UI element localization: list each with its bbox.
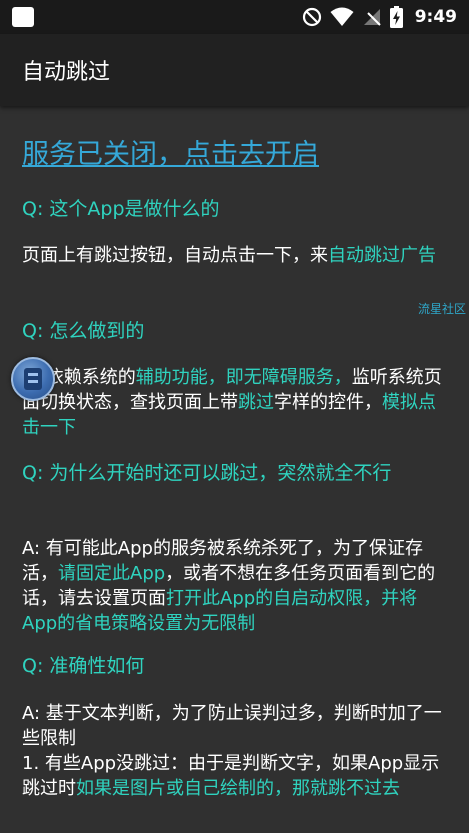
status-icons: 9:49 — [302, 0, 457, 34]
app-title: 自动跳过 — [22, 60, 111, 85]
faq-answer-3: A: 有可能此App的服务被系统杀死了，为了保证存活，请固定此App，或者不想在… — [22, 536, 452, 636]
answer-text: 字样的控件， — [274, 392, 382, 413]
faq-answer-4: A: 基于文本判断，为了防止误判过多，判断时加了一些限制 1. 有些App没跳过… — [22, 701, 452, 801]
document-icon — [24, 368, 42, 390]
answer-text: 页面上有跳过按钮，自动点击一下，来 — [22, 245, 328, 266]
highlighted-text: 请固定此App — [58, 563, 166, 584]
wifi-icon — [330, 7, 354, 26]
app-bar: 自动跳过 — [0, 34, 469, 106]
floating-assistant-button[interactable] — [11, 357, 55, 401]
app-notification-icon — [12, 7, 34, 27]
battery-charging-icon — [389, 6, 403, 28]
highlighted-text: 自动跳过广告 — [328, 245, 436, 266]
enable-service-link[interactable]: 服务已关闭，点击去开启 — [22, 132, 319, 171]
do-not-disturb-icon — [302, 7, 321, 27]
highlighted-text: 如果是图片或自己绘制的，那就跳不过去 — [76, 778, 400, 799]
no-signal-icon — [363, 9, 381, 26]
status-bar: 9:49 — [0, 0, 469, 34]
faq-answer-1: 页面上有跳过按钮，自动点击一下，来自动跳过广告 — [22, 243, 452, 268]
faq-question-2: Q: 怎么做到的 — [22, 320, 145, 342]
highlighted-text: 辅助功能，即无障碍服务， — [135, 367, 352, 388]
watermark-text: 流星社区 — [418, 302, 467, 316]
faq-question-1: Q: 这个App是做什么的 — [22, 198, 220, 220]
faq-question-4: Q: 准确性如何 — [22, 655, 145, 677]
faq-answer-2: A: 依赖系统的辅助功能，即无障碍服务，监听系统页面切换状态，查找页面上带跳过字… — [22, 365, 452, 440]
content-scroll-area[interactable]: 服务已关闭，点击去开启 Q: 这个App是做什么的 页面上有跳过按钮，自动点击一… — [0, 106, 469, 833]
faq-question-3: Q: 为什么开始时还可以跳过，突然就全不行 — [22, 462, 392, 484]
answer-text: A: 基于文本判断，为了防止误判过多，判断时加了一些限制 — [22, 703, 442, 749]
status-time: 9:49 — [414, 7, 457, 27]
highlighted-text: 跳过 — [238, 392, 274, 413]
